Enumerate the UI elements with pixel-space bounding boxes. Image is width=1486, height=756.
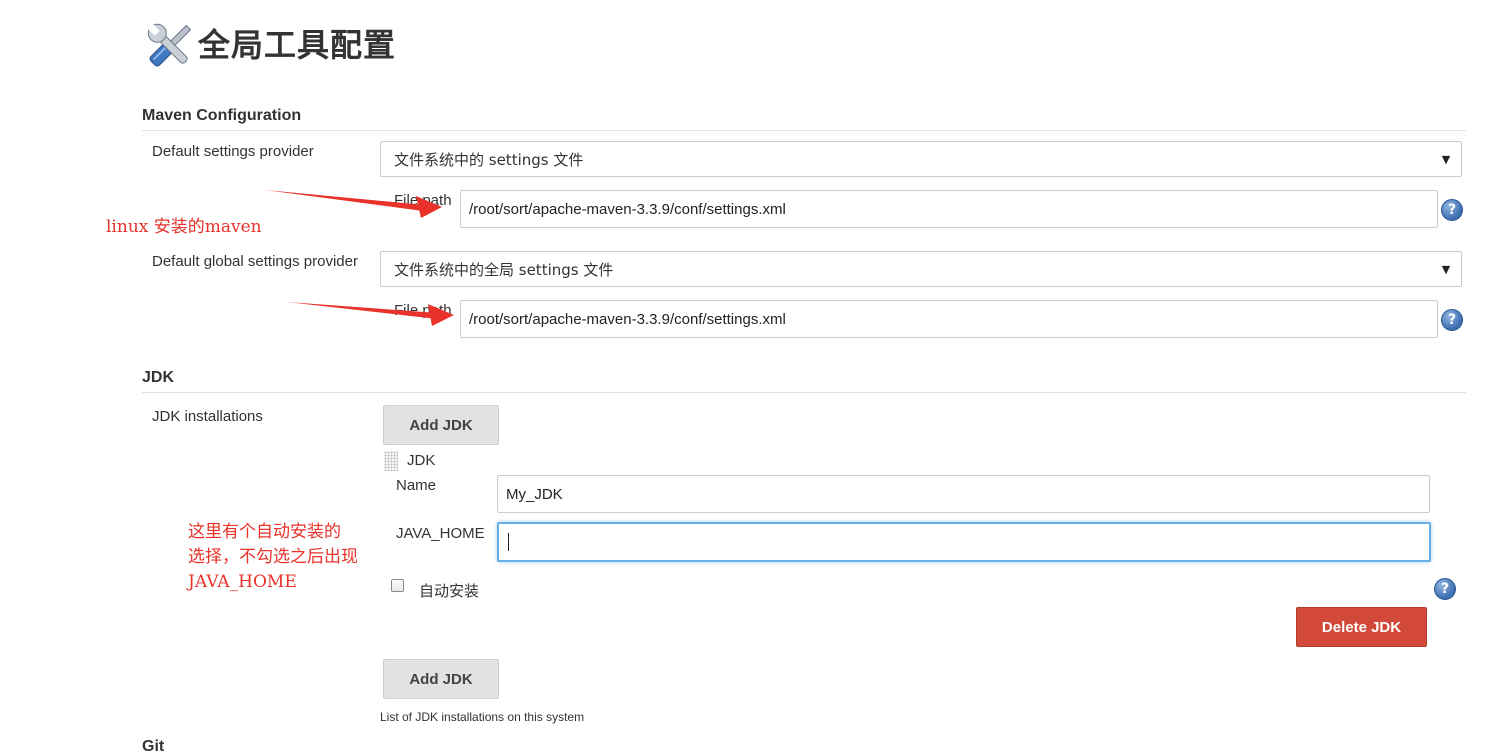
annotation-arrow-1 [265, 190, 442, 218]
annotation-arrows [265, 190, 454, 326]
annotation-arrow-2 [287, 302, 454, 326]
